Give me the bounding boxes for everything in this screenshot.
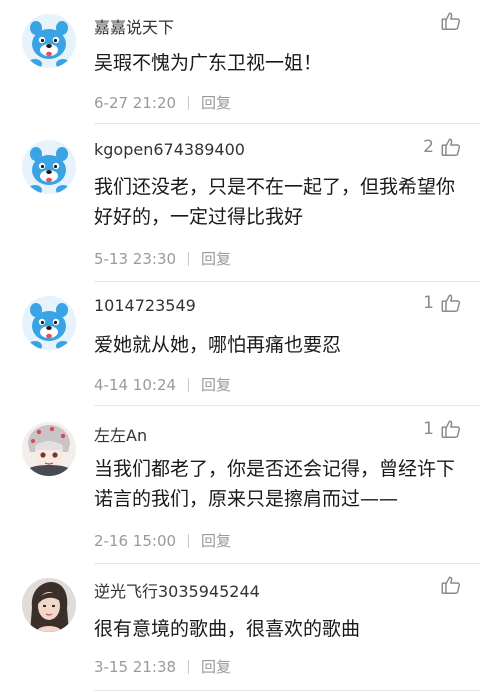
reply-button[interactable]: 回复: [201, 92, 231, 113]
username[interactable]: 嘉嘉说天下: [94, 14, 174, 38]
like-button[interactable]: 1: [423, 292, 462, 314]
like-count: 1: [423, 293, 434, 313]
username[interactable]: kgopen674389400: [94, 140, 245, 159]
comment-time: 6-27 21:20: [94, 93, 177, 112]
comment-text: 当我们都老了，你是否还会记得，曾经许下诺言的我们，原来只是擦肩而过——: [94, 458, 456, 510]
divider-bar: [188, 95, 190, 110]
blue-dog-avatar-icon[interactable]: [22, 14, 76, 68]
username[interactable]: 1014723549: [94, 296, 196, 315]
reply-button[interactable]: 回复: [201, 530, 231, 551]
comment-text: 我们还没老，只是不在一起了，但我希望你好好的，一定过得比我好: [94, 176, 456, 228]
anime-character-avatar-icon[interactable]: [22, 422, 76, 476]
comment-time: 2-16 15:00: [94, 531, 177, 550]
like-button[interactable]: [434, 10, 462, 32]
comment-item: 逆光飞行3035945244 很有意境的歌曲，很喜欢的歌曲 3-15 21:38…: [0, 564, 480, 692]
comment-text: 爱她就从她，哪怕再痛也要忍: [94, 334, 342, 356]
like-count: 2: [423, 137, 434, 157]
thumbs-up-icon: [441, 420, 461, 438]
comment-time: 5-13 23:30: [94, 249, 177, 268]
comment-item: 1014723549 1 爱她就从她，哪怕再痛也要忍 4-14 10:24 回复: [0, 282, 480, 406]
like-button[interactable]: 1: [423, 418, 462, 440]
comment-item: 左左An 1 当我们都老了，你是否还会记得，曾经许下诺言的我们，原来只是擦肩而过…: [0, 408, 480, 564]
comment-time: 4-14 10:24: [94, 375, 177, 394]
like-button[interactable]: 2: [423, 136, 462, 158]
like-count: 1: [423, 419, 434, 439]
comment-meta: 6-27 21:20 回复: [94, 92, 231, 113]
comment-meta: 2-16 15:00 回复: [94, 530, 231, 551]
divider-bar: [188, 251, 190, 266]
divider-bar: [188, 377, 190, 392]
comment-meta: 4-14 10:24 回复: [94, 374, 231, 395]
comment-text: 很有意境的歌曲，很喜欢的歌曲: [94, 618, 361, 640]
comment-item: kgopen674389400 2 我们还没老，只是不在一起了，但我希望你好好的…: [0, 126, 480, 282]
comment-item: 嘉嘉说天下 吴瑕不愧为广东卫视一姐！ 6-27 21:20 回复: [0, 0, 480, 124]
comment-meta: 5-13 23:30 回复: [94, 248, 231, 269]
reply-button[interactable]: 回复: [201, 374, 231, 395]
divider: [94, 690, 480, 691]
thumbs-up-icon: [441, 294, 461, 312]
divider-bar: [188, 533, 190, 548]
woman-photo-avatar-icon[interactable]: [22, 578, 76, 632]
blue-dog-avatar-icon[interactable]: [22, 296, 76, 350]
thumbs-up-icon: [441, 138, 461, 156]
reply-button[interactable]: 回复: [201, 656, 231, 677]
divider: [94, 123, 480, 124]
divider: [94, 405, 480, 406]
reply-button[interactable]: 回复: [201, 248, 231, 269]
username[interactable]: 左左An: [94, 422, 147, 446]
like-button[interactable]: [434, 574, 462, 596]
comment-meta: 3-15 21:38 回复: [94, 656, 231, 677]
username[interactable]: 逆光飞行3035945244: [94, 578, 260, 602]
comment-text: 吴瑕不愧为广东卫视一姐！: [94, 52, 323, 74]
blue-dog-avatar-icon[interactable]: [22, 140, 76, 194]
thumbs-up-icon: [441, 576, 461, 594]
thumbs-up-icon: [441, 12, 461, 30]
comment-time: 3-15 21:38: [94, 657, 177, 676]
divider-bar: [188, 659, 190, 674]
